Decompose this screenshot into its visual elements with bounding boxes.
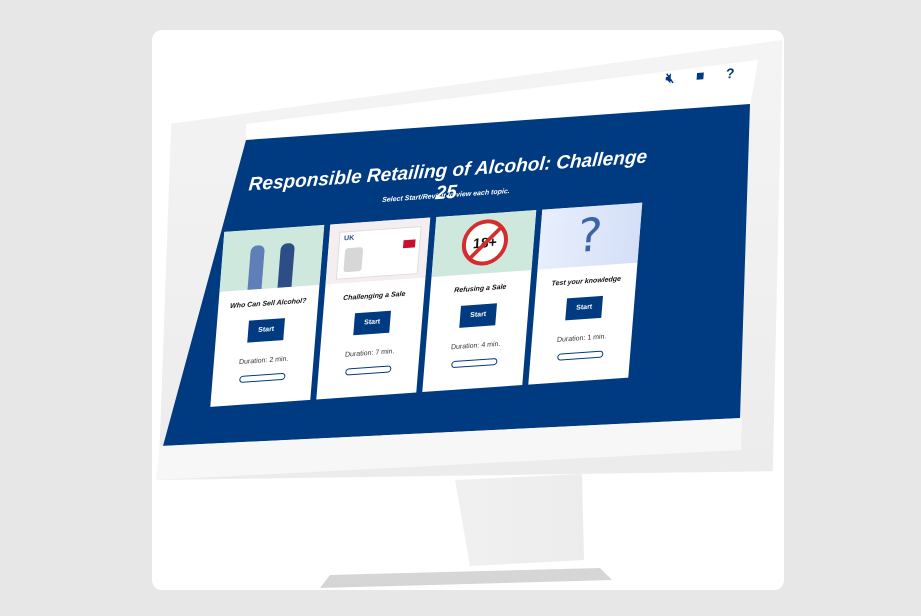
progress-bar [345, 365, 392, 376]
toolbar: 🔇︎ ■ ? [662, 65, 739, 86]
start-button[interactable]: Start [459, 303, 497, 328]
topic-duration: Duration: 4 min. [450, 340, 501, 352]
help-icon[interactable]: ? [722, 65, 739, 82]
no-18-sign-icon: 18+ [460, 217, 510, 268]
id-card-illustration: UK [325, 217, 431, 285]
topic-card-refusing: 18+ Refusing a Sale Start Duration: 4 mi… [422, 210, 537, 393]
topic-title: Who Can Sell Alcohol? [229, 297, 307, 311]
mute-icon[interactable]: 🔇︎ [662, 69, 679, 86]
monitor: 🔇︎ ■ ? Responsible Retailing of Alcohol:… [0, 0, 921, 616]
topic-list: Who Can Sell Alcohol? Start Duration: 2 … [210, 202, 643, 407]
topic-title: Test your knowledge [551, 275, 622, 288]
staff-illustration [219, 224, 325, 292]
progress-bar [239, 372, 286, 384]
id-card-country: UK [343, 234, 355, 243]
topic-card-who-can-sell: Who Can Sell Alcohol? Start Duration: 2 … [210, 224, 325, 407]
refuse-illustration: 18+ [431, 210, 537, 278]
topic-duration: Duration: 1 min. [556, 333, 607, 344]
question-mark-icon: ? [575, 207, 605, 263]
topic-title: Challenging a Sale [342, 290, 406, 303]
start-button[interactable]: Start [247, 318, 285, 343]
uk-flag-icon [402, 239, 416, 249]
topic-card-challenging: UK Challenging a Sale Start Duration: 7 … [316, 217, 431, 400]
course-screen: 🔇︎ ■ ? Responsible Retailing of Alcohol:… [179, 62, 745, 430]
topic-duration: Duration: 7 min. [344, 348, 395, 359]
progress-bar [557, 350, 604, 361]
id-card: UK [335, 226, 422, 280]
book-icon[interactable]: ■ [692, 67, 709, 84]
topic-title: Refusing a Sale [453, 283, 507, 295]
topic-card-test: ? Test your knowledge Start Duration: 1 … [528, 202, 643, 385]
person-figure [247, 244, 265, 290]
progress-bar [451, 357, 498, 369]
quiz-illustration: ? [537, 202, 643, 270]
start-button[interactable]: Start [353, 310, 391, 336]
start-button[interactable]: Start [565, 295, 603, 321]
person-figure [277, 242, 295, 288]
topic-duration: Duration: 2 min. [238, 355, 289, 367]
id-photo [343, 247, 364, 273]
